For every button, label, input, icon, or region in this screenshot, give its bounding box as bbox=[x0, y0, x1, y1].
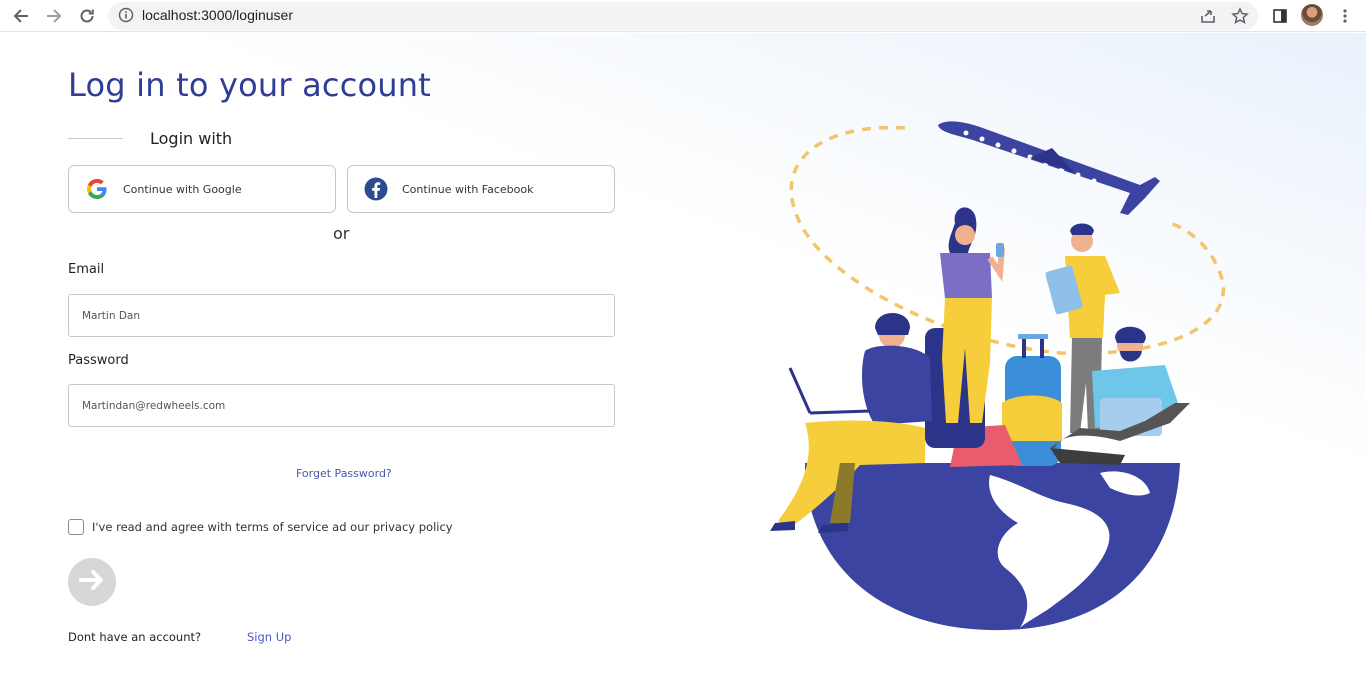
back-arrow-icon[interactable] bbox=[9, 4, 33, 28]
email-label: Email bbox=[68, 262, 105, 277]
facebook-login-label: Continue with Facebook bbox=[402, 182, 534, 196]
login-page: Log in to your account Login with Contin… bbox=[0, 33, 1366, 687]
share-icon[interactable] bbox=[1196, 4, 1220, 28]
airplane bbox=[938, 121, 1160, 215]
woman-standing bbox=[940, 207, 1005, 423]
divider-line bbox=[68, 138, 123, 139]
kebab-menu-icon[interactable] bbox=[1333, 4, 1357, 28]
google-login-button[interactable]: Continue with Google bbox=[68, 165, 336, 213]
google-login-label: Continue with Google bbox=[123, 182, 242, 196]
login-with-label: Login with bbox=[150, 129, 233, 148]
or-separator: or bbox=[333, 224, 350, 243]
terms-checkbox[interactable] bbox=[68, 519, 84, 535]
reload-icon[interactable] bbox=[75, 4, 99, 28]
facebook-icon bbox=[364, 177, 388, 201]
password-label: Password bbox=[68, 353, 129, 368]
no-account-text: Dont have an account? bbox=[68, 630, 202, 644]
page-title: Log in to your account bbox=[68, 66, 431, 104]
submit-button[interactable] bbox=[68, 558, 116, 606]
profile-avatar[interactable] bbox=[1301, 4, 1323, 26]
forward-arrow-icon[interactable] bbox=[42, 4, 66, 28]
sign-up-link[interactable]: Sign Up bbox=[247, 630, 291, 644]
travel-illustration bbox=[770, 121, 1226, 631]
facebook-login-button[interactable]: Continue with Facebook bbox=[347, 165, 615, 213]
arrow-right-icon bbox=[79, 569, 105, 595]
address-bar-url: localhost:3000/loginuser bbox=[142, 7, 293, 23]
email-field[interactable] bbox=[68, 294, 615, 337]
star-icon[interactable] bbox=[1228, 4, 1252, 28]
password-field[interactable] bbox=[68, 384, 615, 427]
globe bbox=[805, 463, 1180, 631]
address-bar[interactable]: localhost:3000/loginuser bbox=[108, 2, 1258, 30]
terms-label: I've read and agree with terms of servic… bbox=[92, 520, 453, 534]
browser-toolbar: localhost:3000/loginuser bbox=[0, 0, 1366, 32]
side-panel-icon[interactable] bbox=[1268, 4, 1292, 28]
forget-password-link[interactable]: Forget Password? bbox=[296, 467, 392, 480]
google-icon bbox=[85, 177, 109, 201]
info-icon[interactable] bbox=[118, 7, 134, 27]
flight-path bbox=[789, 125, 1226, 356]
